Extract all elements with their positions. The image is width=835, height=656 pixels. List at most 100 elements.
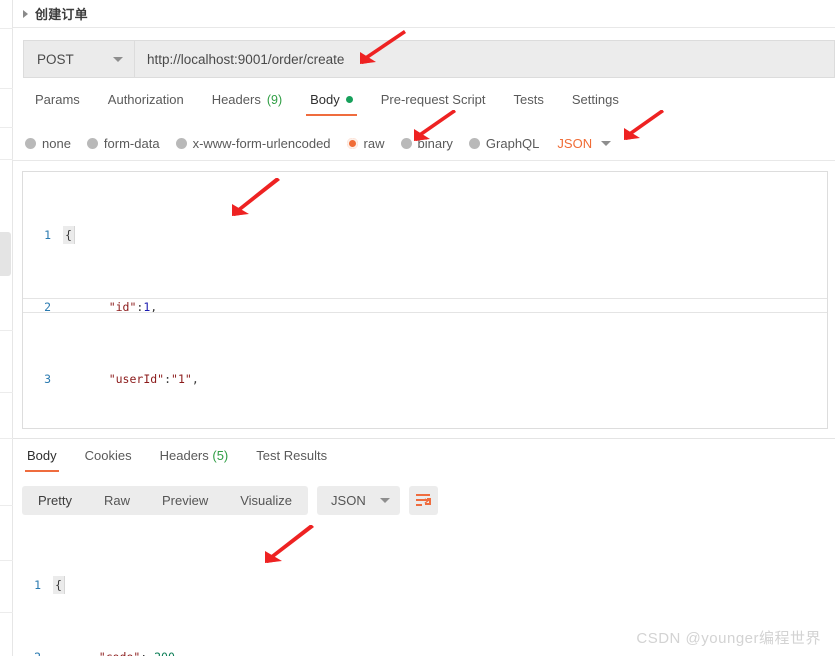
body-type-label: form-data	[103, 135, 160, 151]
fold-brace[interactable]: {	[53, 576, 65, 594]
line-number: 2	[44, 300, 51, 314]
tab-label: Settings	[571, 92, 619, 107]
response-tab-body[interactable]: Body	[13, 446, 71, 472]
tab-label: Headers	[159, 448, 209, 463]
response-format-label: JSON	[331, 493, 366, 508]
postman-window: 创建订单 POST http://localhost:9001/order/cr…	[0, 0, 835, 656]
body-type-binary[interactable]: binary	[400, 135, 453, 151]
fold-brace[interactable]: {	[63, 226, 75, 244]
watermark: CSDN @younger编程世界	[636, 630, 821, 647]
tab-label: Body	[310, 92, 340, 107]
code-line: 3 "userId":"1",	[23, 370, 827, 388]
code-line: 2 "id":1,	[23, 298, 827, 316]
line-number: 1	[34, 578, 41, 592]
green-dot-icon	[345, 96, 353, 103]
request-body-editor[interactable]: 1 { 2 "id":1, 3 "userId":"1", 4	[22, 171, 828, 429]
request-url-bar: POST http://localhost:9001/order/create	[23, 40, 835, 78]
response-toolbar: Pretty Raw Preview Visualize JSON	[22, 486, 438, 515]
raw-radio[interactable]: raw	[346, 135, 385, 151]
response-tabs: Body Cookies Headers (5) Test Results	[13, 446, 835, 476]
rail-divider	[0, 612, 13, 613]
body-type-label: x-www-form-urlencoded	[192, 135, 331, 151]
rail-divider	[0, 159, 13, 160]
line-number: 1	[44, 228, 51, 242]
editor-rule	[23, 298, 827, 299]
code-line: 2 "code": 200,	[13, 648, 835, 656]
code-line: 1 {	[23, 226, 827, 244]
request-tabs: Params Authorization Headers (9) Body Pr…	[13, 90, 835, 122]
breadcrumb-label: 创建订单	[35, 7, 88, 22]
format-label: JSON	[557, 135, 593, 151]
radio-selected-icon	[346, 137, 358, 149]
body-type-form-data[interactable]: form-data	[86, 135, 160, 151]
tab-params[interactable]: Params	[21, 90, 94, 116]
response-view-modes: Pretty Raw Preview Visualize	[22, 486, 309, 515]
rail-divider	[0, 392, 13, 393]
tab-settings[interactable]: Settings	[558, 90, 633, 116]
body-type-urlencoded[interactable]: x-www-form-urlencoded	[175, 135, 331, 151]
tab-tests[interactable]: Tests	[500, 90, 558, 116]
sidebar-resize-handle[interactable]	[0, 232, 11, 276]
line-number: 3	[44, 372, 51, 386]
body-type-graphql[interactable]: GraphQL	[468, 135, 540, 151]
response-tab-cookies[interactable]: Cookies	[71, 446, 146, 472]
tab-label: Tests	[513, 92, 544, 107]
body-type-label: GraphQL	[485, 135, 540, 151]
response-tab-test-results[interactable]: Test Results	[242, 446, 341, 472]
tab-count: (9)	[266, 92, 283, 107]
tab-label: Params	[35, 92, 80, 107]
body-type-label: none	[42, 135, 71, 151]
radio-icon	[468, 137, 480, 149]
tab-headers[interactable]: Headers (9)	[198, 90, 296, 116]
rail-divider	[0, 127, 13, 128]
code-content: "id":1,	[108, 300, 158, 314]
url-input[interactable]: http://localhost:9001/order/create	[135, 41, 834, 77]
editor-rule	[23, 312, 827, 313]
left-rail	[0, 0, 13, 656]
response-format-select[interactable]: JSON	[317, 486, 400, 515]
response-body-editor[interactable]: 1 { 2 "code": 200, 3 "message": "订单创建成功"…	[13, 522, 835, 656]
tab-label: Pre-request Script	[380, 92, 486, 107]
breadcrumb[interactable]: 创建订单	[13, 0, 835, 28]
rail-divider	[0, 505, 13, 506]
tab-label: Body	[27, 448, 57, 463]
response-separator	[13, 438, 835, 439]
http-method-label: POST	[37, 51, 74, 67]
body-type-none[interactable]: none	[25, 136, 71, 151]
fold-gutter	[63, 370, 75, 388]
tab-body[interactable]: Body	[296, 90, 367, 116]
rail-divider	[0, 330, 13, 331]
rail-divider	[0, 560, 13, 561]
rail-divider	[0, 88, 13, 89]
chevron-down-icon	[601, 140, 612, 146]
word-wrap-icon	[415, 494, 431, 506]
rail-divider	[0, 28, 13, 29]
tab-authorization[interactable]: Authorization	[94, 90, 198, 116]
request-body-panel: 1 { 2 "id":1, 3 "userId":"1", 4	[13, 160, 835, 435]
fold-gutter	[53, 648, 65, 656]
view-mode-pretty[interactable]: Pretty	[22, 486, 88, 515]
code-content: "code": 200,	[65, 648, 182, 656]
body-type-label: raw	[363, 135, 385, 151]
radio-icon	[25, 137, 36, 149]
word-wrap-button[interactable]	[408, 486, 438, 515]
chevron-down-icon	[379, 498, 390, 503]
http-method-select[interactable]: POST	[24, 41, 135, 77]
format-select[interactable]: JSON	[557, 135, 612, 151]
response-tab-headers[interactable]: Headers (5)	[146, 446, 243, 472]
radio-icon	[400, 137, 412, 149]
view-mode-preview[interactable]: Preview	[146, 486, 224, 515]
code-content	[75, 226, 81, 244]
tab-pre-request-script[interactable]: Pre-request Script	[367, 90, 500, 116]
body-type-options: none form-data x-www-form-urlencoded raw…	[13, 130, 835, 156]
body-type-label: binary	[417, 135, 453, 151]
triangle-right-icon	[23, 9, 28, 18]
fold-gutter	[63, 298, 75, 316]
rail-divider	[0, 438, 13, 439]
tab-label: Cookies	[84, 448, 132, 463]
tab-count: (5)	[212, 448, 229, 463]
tab-label: Authorization	[107, 92, 184, 107]
view-mode-raw[interactable]: Raw	[88, 486, 146, 515]
code-line: 1 {	[13, 576, 835, 594]
view-mode-visualize[interactable]: Visualize	[224, 486, 308, 515]
